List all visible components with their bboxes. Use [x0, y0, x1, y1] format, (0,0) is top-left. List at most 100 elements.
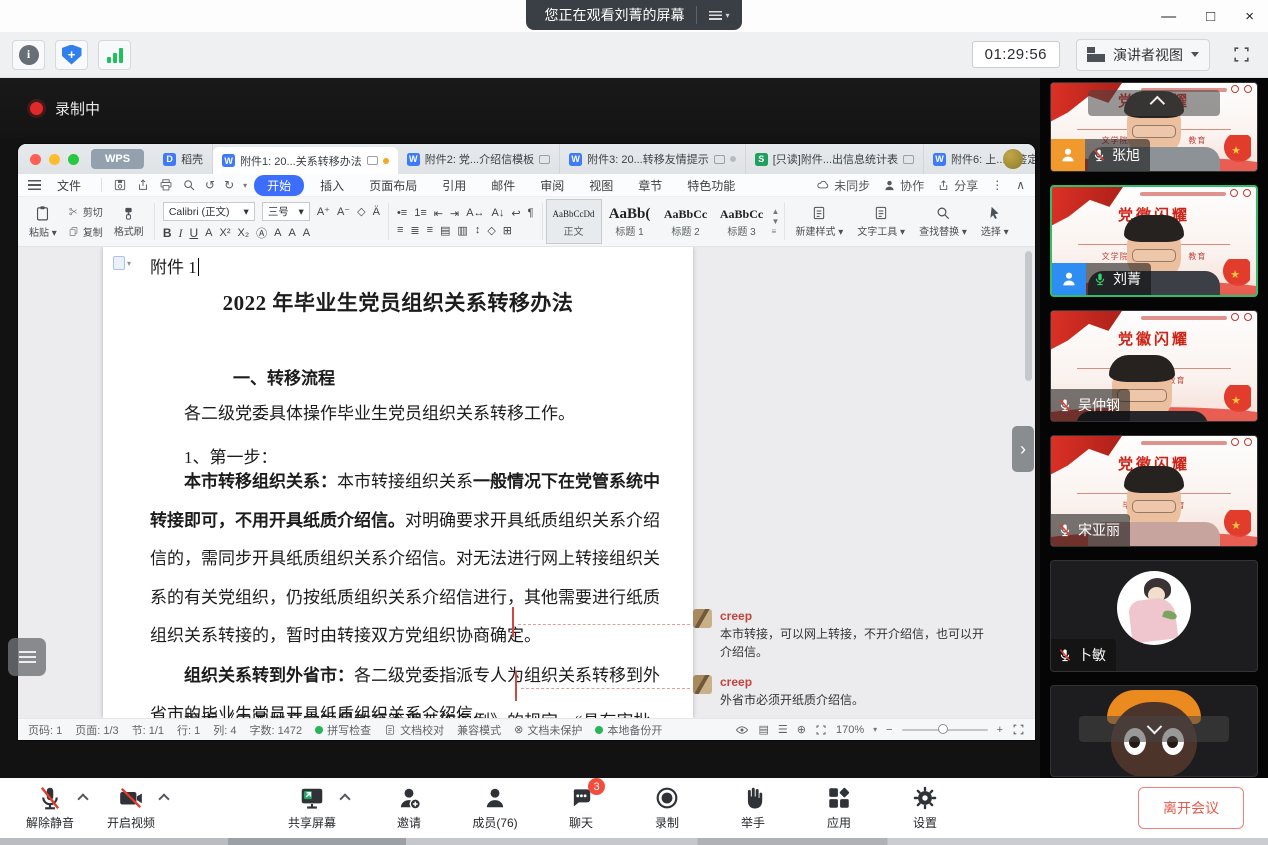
zoom-level[interactable]: 170%	[836, 724, 864, 736]
menu-mailings[interactable]: 邮件	[482, 175, 524, 196]
security-button[interactable]: +	[55, 40, 88, 70]
page-view-icon[interactable]: ▤	[758, 723, 768, 736]
video-tile-liujing-speaking[interactable]: 党徽闪耀 文学院2022教育 ★ 刘菁	[1050, 185, 1258, 297]
spell-check-button[interactable]: 拼写检查	[315, 722, 371, 738]
text-direction-button[interactable]: ↩	[511, 207, 520, 220]
account-avatar[interactable]	[1003, 149, 1023, 169]
cut-button[interactable]: 剪切	[68, 204, 103, 219]
banner-menu-button[interactable]: ▾	[696, 6, 729, 24]
settings-button[interactable]: 设置	[899, 785, 951, 831]
members-button[interactable]: 成员(76)	[469, 785, 521, 831]
char-border-button[interactable]: A	[303, 227, 310, 239]
proofing-button[interactable]: 文档校对	[384, 722, 444, 738]
collapse-tiles-button[interactable]	[1088, 90, 1220, 116]
mac-close-icon[interactable]	[30, 154, 41, 165]
menu-section[interactable]: 章节	[629, 175, 671, 196]
network-status-button[interactable]	[98, 40, 131, 70]
tab-statistics-sheet[interactable]: S [只读]附件...出信息统计表	[746, 144, 924, 174]
print-icon[interactable]	[159, 178, 173, 192]
backup-status[interactable]: 本地备份开	[595, 722, 662, 738]
tab-attachment-3[interactable]: W 附件3: 20...转移友情提示	[560, 144, 746, 174]
phonetic-guide-button[interactable]: Ä	[373, 206, 380, 218]
grow-font-button[interactable]: A⁺	[317, 205, 330, 218]
protection-status[interactable]: ⊗文档未保护	[514, 722, 582, 738]
decrease-indent-button[interactable]: ⇤	[434, 207, 443, 220]
agenda-float-button[interactable]	[8, 638, 46, 676]
align-right-button[interactable]: ≡	[427, 224, 433, 236]
borders-button[interactable]: ⊞	[503, 224, 512, 237]
record-button[interactable]: 录制	[641, 785, 693, 831]
video-options-caret[interactable]	[158, 793, 169, 804]
mac-zoom-icon[interactable]	[68, 154, 79, 165]
char-color-button[interactable]: A	[205, 227, 212, 239]
chat-button[interactable]: 3 聊天	[555, 785, 607, 831]
style-gallery-arrows[interactable]: ▲▼≡	[770, 199, 782, 244]
show-marks-button[interactable]: ¶	[528, 207, 534, 219]
font-size-select[interactable]: 三号▾	[262, 202, 310, 221]
new-style-button[interactable]: 新建样式 ▾	[788, 199, 850, 244]
sync-status[interactable]: 未同步	[816, 177, 870, 194]
shading-button[interactable]: ◇	[487, 224, 495, 237]
style-normal[interactable]: AaBbCcDd 正文	[546, 199, 602, 244]
underline-button[interactable]: U	[189, 226, 198, 240]
print-preview-icon[interactable]	[182, 178, 196, 192]
chevron-down-icon[interactable]: ▾	[243, 181, 247, 190]
mic-options-caret[interactable]	[77, 793, 88, 804]
document-scrollbar[interactable]	[1025, 251, 1032, 381]
eye-protect-icon[interactable]	[735, 723, 749, 737]
apps-button[interactable]: 应用	[813, 785, 865, 831]
leave-meeting-button[interactable]: 离开会议	[1138, 787, 1244, 829]
select-button[interactable]: 选择 ▾	[974, 199, 1016, 244]
maximize-button[interactable]: □	[1206, 8, 1215, 25]
save-icon[interactable]	[113, 178, 127, 192]
more-menu-icon[interactable]: ⋮	[991, 178, 1003, 192]
scroll-down-tiles-button[interactable]	[1079, 716, 1229, 742]
clear-format-button[interactable]: ◇	[357, 205, 365, 218]
paste-button[interactable]: 粘贴 ▾	[22, 199, 64, 244]
video-tile-wuzhonggang[interactable]: 党徽闪耀 毕业生党员教育 2022年6月 ★ 吴仲钢	[1050, 310, 1258, 422]
video-tile-zhangxu[interactable]: 党徽闪耀 文学院2022教育 ★ 张旭	[1050, 82, 1258, 172]
italic-button[interactable]: I	[178, 226, 182, 240]
meeting-info-button[interactable]: i	[12, 40, 45, 70]
subscript-button[interactable]: X₂	[238, 227, 250, 239]
style-heading3[interactable]: AaBbCc 标题 3	[714, 199, 770, 244]
undo-icon[interactable]: ↺	[205, 178, 215, 192]
style-heading1[interactable]: AaBb( 标题 1	[602, 199, 658, 244]
justify-button[interactable]: ▤	[440, 224, 450, 237]
video-tile-bumin[interactable]: 卜敏	[1050, 560, 1258, 672]
invite-button[interactable]: 邀请	[383, 785, 435, 831]
menu-review[interactable]: 审阅	[531, 175, 573, 196]
highlight-button[interactable]: A	[274, 227, 281, 239]
menu-home[interactable]: 开始	[254, 175, 304, 196]
font-name-select[interactable]: Calibri (正文)▾	[163, 202, 255, 221]
tab-attachment-2[interactable]: W 附件2: 党...介绍信模板	[398, 144, 560, 174]
chevron-down-icon[interactable]: ▾	[873, 725, 877, 734]
comment-card-1[interactable]: creep 本市转接，可以网上转接，不开介绍信，也可以开介绍信。	[693, 609, 1005, 661]
fullscreen-button[interactable]	[1226, 40, 1256, 70]
align-center-button[interactable]: ≣	[410, 224, 419, 237]
hamburger-icon[interactable]	[28, 180, 41, 190]
text-tools-button[interactable]: 文字工具 ▾	[850, 199, 912, 244]
compat-mode-label[interactable]: 兼容模式	[457, 722, 501, 738]
align-left-button[interactable]: ≡	[397, 224, 403, 236]
zoom-slider[interactable]	[902, 729, 988, 731]
minimize-button[interactable]: —	[1161, 8, 1176, 25]
line-spacing-button[interactable]: ↕	[475, 224, 481, 236]
numbered-list-button[interactable]: 1≡	[414, 207, 427, 219]
asian-layout-button[interactable]: A↔	[466, 207, 484, 219]
bold-button[interactable]: B	[163, 226, 172, 240]
close-button[interactable]: ×	[1245, 8, 1254, 25]
comment-card-2[interactable]: creep 外省市必须开纸质介绍信。	[693, 675, 1005, 709]
zoom-in-button[interactable]: +	[997, 724, 1003, 736]
raise-hand-button[interactable]: 举手	[727, 785, 779, 831]
tab-attachment-1[interactable]: W 附件1: 20...关系转移办法	[213, 147, 398, 174]
zoom-slider-knob[interactable]	[938, 724, 948, 734]
status-word-count[interactable]: 字数: 1472	[250, 722, 303, 738]
mac-minimize-icon[interactable]	[49, 154, 60, 165]
superscript-button[interactable]: X²	[220, 227, 231, 239]
wps-home-button[interactable]: WPS	[91, 149, 144, 169]
collapse-ribbon-icon[interactable]: ∧	[1016, 178, 1025, 192]
web-view-icon[interactable]: ⊕	[797, 723, 806, 736]
document-page[interactable]: ▾ 附件 1 2022 年毕业生党员组织关系转移办法 一、转移流程 各二级党委具…	[103, 247, 693, 718]
start-video-button[interactable]: 开启视频	[105, 785, 157, 831]
